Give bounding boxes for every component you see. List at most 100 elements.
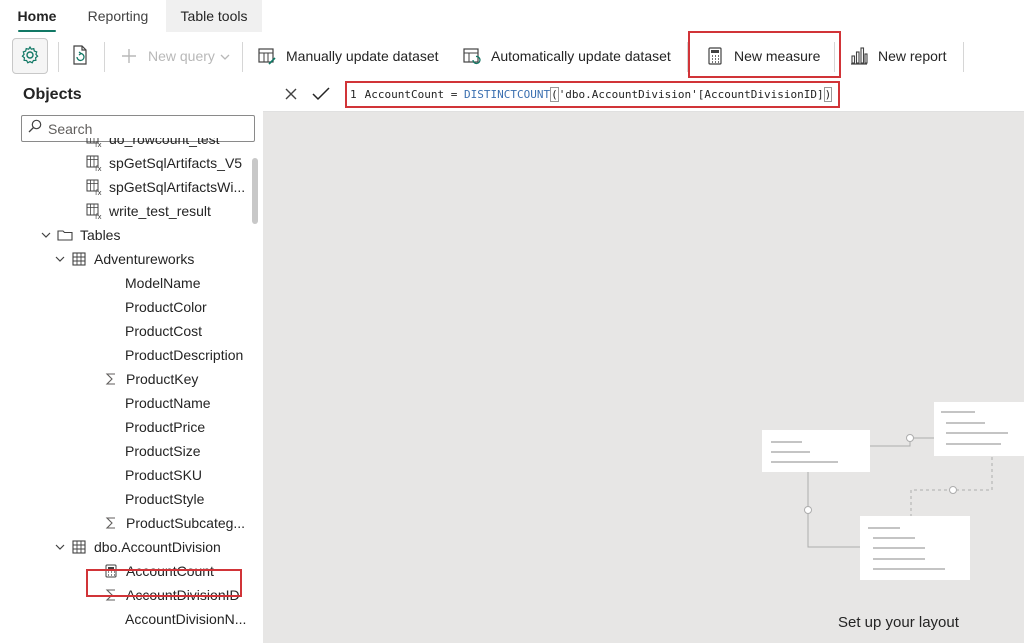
new-measure-highlight <box>688 31 841 78</box>
stored-procedure-icon: fx <box>85 154 103 172</box>
tree-item-label: ProductStyle <box>125 491 205 507</box>
tab-home-label: Home <box>17 8 57 24</box>
formula-open-paren: ( <box>550 87 559 102</box>
refresh-button[interactable] <box>70 38 90 74</box>
formula-table-ref: 'dbo.AccountDivision' <box>558 88 698 101</box>
tree-item-label: ProductCost <box>125 323 203 339</box>
tree-item[interactable]: ModelName <box>125 271 200 295</box>
svg-text:fx: fx <box>95 165 102 172</box>
formula-function: DISTINCTCOUNT <box>463 88 551 101</box>
objects-panel: Objects fxdo_rowcount_testfxspGetSqlArti… <box>0 80 263 643</box>
tab-reporting[interactable]: Reporting <box>78 0 158 32</box>
tree-item-label: ProductColor <box>125 299 207 315</box>
tree-item-label: dbo.AccountDivision <box>94 539 221 555</box>
dataset-refresh-icon <box>461 45 483 67</box>
checkmark-icon <box>312 86 330 106</box>
tree-item-label: AccountDivisionN... <box>125 611 247 627</box>
folder-icon <box>56 226 74 244</box>
tree-item-label: Adventureworks <box>94 251 195 267</box>
search-icon <box>28 119 42 138</box>
tree-item-label: ProductPrice <box>125 419 206 435</box>
automatically-update-dataset-button[interactable]: Automatically update dataset <box>461 38 671 74</box>
stored-procedure-icon: fx <box>85 138 103 148</box>
tree-item-label: ProductSize <box>125 443 201 459</box>
layout-illustration <box>762 402 1024 580</box>
tree-item[interactable]: fx spGetSqlArtifacts_V5 <box>85 151 242 175</box>
tree-item[interactable]: dbo.AccountDivision <box>52 535 221 559</box>
tree-scrollbar[interactable] <box>252 158 258 224</box>
dataset-edit-icon <box>256 45 278 67</box>
chevron-down-icon[interactable] <box>52 543 68 551</box>
formula-editor[interactable]: 1 AccountCount = DISTINCTCOUNT('dbo.Accou… <box>345 81 840 108</box>
tree-item[interactable]: ProductCost <box>125 319 202 343</box>
tree-item[interactable]: AccountDivisionN... <box>125 607 246 631</box>
tree-item-label: ModelName <box>125 275 201 291</box>
new-query-label: New query <box>148 48 215 64</box>
chevron-down-icon[interactable] <box>38 231 54 239</box>
tab-table-tools-label: Table tools <box>180 8 248 24</box>
formula-measure-name: AccountCount = <box>364 88 464 101</box>
tree-item-label: ProductKey <box>126 371 199 387</box>
setup-layout-text: Set up your layout <box>838 614 959 631</box>
plus-icon <box>118 45 140 67</box>
tree-item-label: ProductDescription <box>125 347 244 363</box>
tree-item-label: ProductSKU <box>125 467 203 483</box>
new-report-label: New report <box>878 48 947 64</box>
tree-item[interactable]: ProductPrice <box>125 415 205 439</box>
refresh-document-icon <box>70 44 90 69</box>
tree-item-label: do_rowcount_test <box>109 138 220 147</box>
stored-procedure-icon: fx <box>85 178 103 196</box>
tab-table-tools[interactable]: Table tools <box>166 0 262 32</box>
stored-procedure-icon: fx <box>85 202 103 220</box>
chevron-down-icon <box>220 48 230 64</box>
close-icon <box>284 87 298 106</box>
tab-home[interactable]: Home <box>8 0 66 32</box>
object-tree: fx do_rowcount_test fx spGetSqlArtifacts_V5… <box>0 138 250 643</box>
account-count-highlight <box>86 569 242 597</box>
new-query-button[interactable]: New query <box>118 38 230 74</box>
tree-item[interactable]: ProductSubcateg... <box>102 511 245 535</box>
model-canvas[interactable]: Set up your layout <box>263 112 1024 643</box>
formula-line-number: 1 <box>350 88 357 101</box>
tree-item[interactable]: fx do_rowcount_test <box>85 138 220 151</box>
svg-text:fx: fx <box>95 141 102 148</box>
tree-item[interactable]: Adventureworks <box>52 247 194 271</box>
tree-item[interactable]: ProductDescription <box>125 343 243 367</box>
tree-item[interactable]: fx write_test_result <box>85 199 211 223</box>
objects-title: Objects <box>23 86 82 103</box>
tab-reporting-label: Reporting <box>87 8 149 24</box>
tree-item[interactable]: Tables <box>38 223 120 247</box>
ribbon-divider <box>242 42 243 72</box>
formula-bar: 1 AccountCount = DISTINCTCOUNT('dbo.Accou… <box>263 80 1024 112</box>
formula-column-ref: [AccountDivisionID] <box>697 88 824 101</box>
cancel-formula-button[interactable] <box>279 84 303 108</box>
table-icon <box>70 538 88 556</box>
tree-item[interactable]: ProductStyle <box>125 487 204 511</box>
tree-item[interactable]: ProductKey <box>102 367 198 391</box>
tree-item-label: ProductName <box>125 395 211 411</box>
tree-item-label: spGetSqlArtifacts_V5 <box>109 155 243 171</box>
tree-item[interactable]: fx spGetSqlArtifactsWi... <box>85 175 245 199</box>
sigma-icon <box>102 514 120 532</box>
manually-update-label: Manually update dataset <box>286 48 439 64</box>
settings-button[interactable] <box>12 38 48 74</box>
tree-item-label: ProductSubcateg... <box>126 515 246 531</box>
commit-formula-button[interactable] <box>309 84 333 108</box>
ribbon-divider <box>58 42 59 72</box>
tree-item[interactable]: ProductColor <box>125 295 207 319</box>
tree-item[interactable]: ProductSize <box>125 439 200 463</box>
chevron-down-icon[interactable] <box>52 255 68 263</box>
ribbon-divider <box>963 42 964 72</box>
gear-icon <box>20 45 40 68</box>
manually-update-dataset-button[interactable]: Manually update dataset <box>256 38 439 74</box>
search-input[interactable] <box>48 120 248 137</box>
ribbon-divider <box>104 42 105 72</box>
table-icon <box>70 250 88 268</box>
tree-item-label: Tables <box>80 227 121 243</box>
tree-item[interactable]: ProductSKU <box>125 463 202 487</box>
tree-item[interactable]: ProductName <box>125 391 211 415</box>
svg-text:fx: fx <box>95 189 102 196</box>
tree-item-label: write_test_result <box>109 203 211 219</box>
new-report-button[interactable]: New report <box>848 38 946 74</box>
bar-chart-icon <box>848 45 870 67</box>
